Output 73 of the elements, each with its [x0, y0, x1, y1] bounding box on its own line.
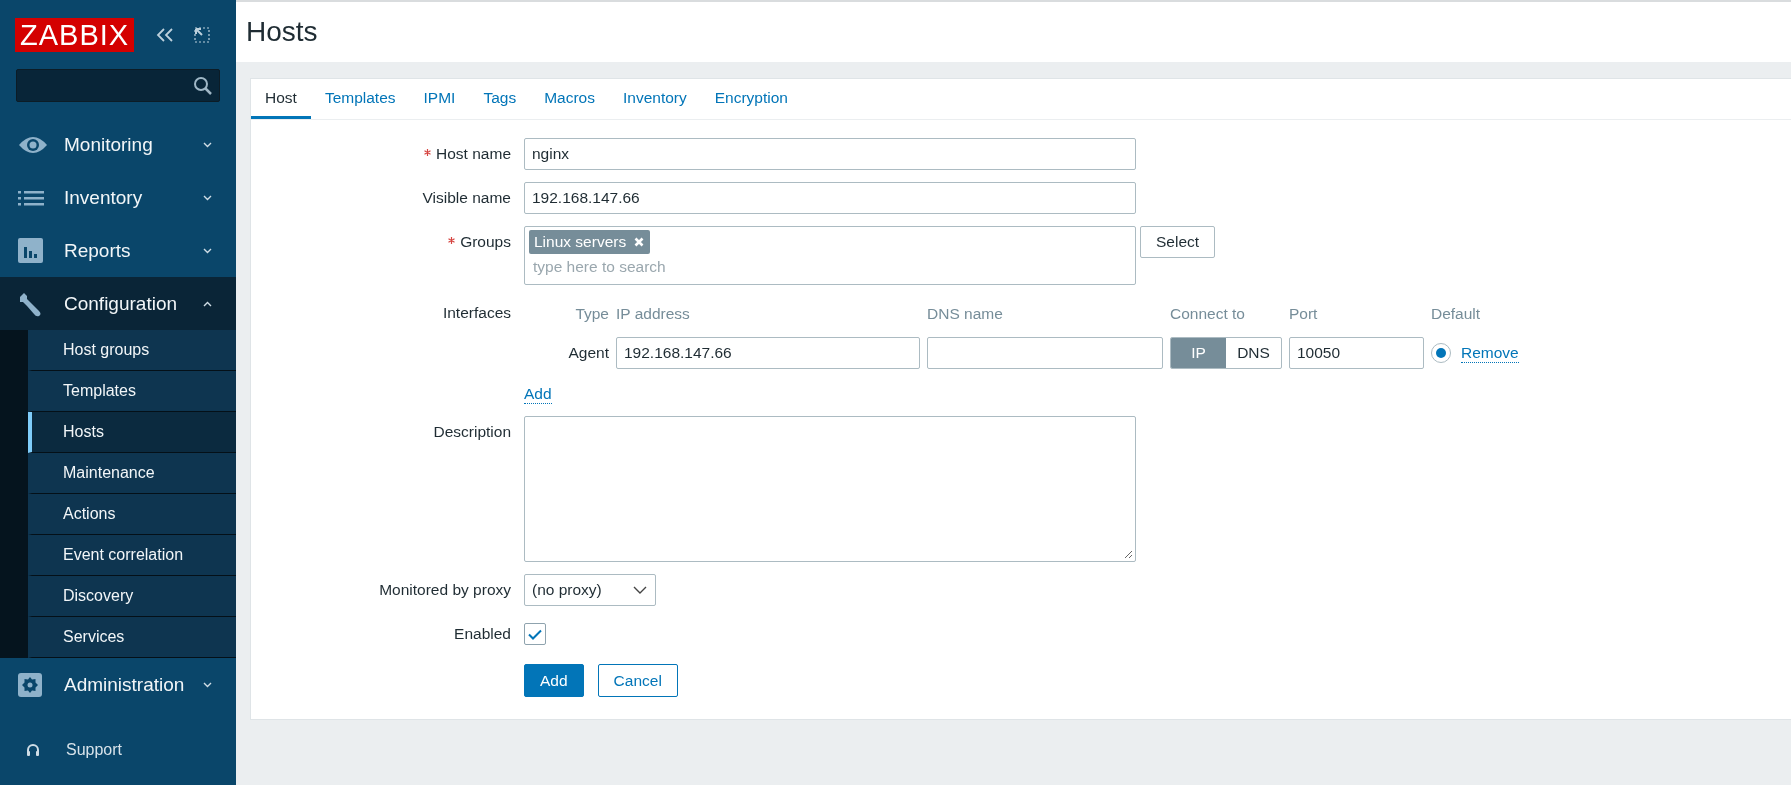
tab[interactable]: Tags	[469, 79, 531, 119]
field-label: Enabled	[454, 625, 511, 643]
column-header: Port	[1289, 305, 1319, 323]
search-field[interactable]	[16, 69, 220, 102]
column-header: DNS name	[927, 305, 1004, 323]
interface-type: Agent	[567, 344, 609, 362]
group-tag: Linux servers	[529, 230, 651, 254]
input-field[interactable]: 192.168.147.66	[524, 182, 1136, 214]
select-button[interactable]: Select	[1140, 226, 1216, 258]
submenu-item[interactable]: Services	[28, 617, 236, 658]
zabbix-logo[interactable]: ZABBIX	[15, 18, 135, 52]
submenu-item[interactable]: Event correlation	[28, 535, 236, 576]
enabled-checkbox[interactable]	[524, 623, 546, 645]
bar-chart-icon	[18, 238, 43, 263]
tab[interactable]: Macros	[530, 79, 609, 119]
field-label: Monitored by proxy	[379, 581, 511, 599]
check-icon	[528, 628, 542, 640]
search-placeholder: type here to search	[533, 258, 667, 276]
required-icon	[448, 236, 456, 244]
chevron-down-icon	[203, 194, 212, 201]
cancel-button[interactable]: Cancel	[597, 664, 678, 697]
field-label: Host name	[436, 145, 511, 163]
tab[interactable]: Encryption	[700, 79, 802, 119]
chevron-down-icon	[203, 681, 212, 688]
submenu-item[interactable]: Hosts	[28, 412, 236, 453]
column-header: Default	[1431, 305, 1482, 323]
resize-grip-icon[interactable]	[1124, 550, 1133, 559]
collapse-icon[interactable]	[156, 27, 175, 43]
menu-item[interactable]: Configuration	[0, 277, 236, 330]
column-header: Connect to	[1170, 305, 1246, 323]
required-icon	[424, 148, 432, 156]
field-label: Visible name	[422, 189, 511, 207]
menu-item[interactable]: Monitoring	[0, 118, 236, 171]
kiosk-mode-icon[interactable]	[194, 27, 211, 43]
submenu-item[interactable]: Actions	[28, 494, 236, 535]
caret-icon	[633, 586, 647, 594]
tab[interactable]: IPMI	[409, 79, 470, 119]
headset-icon	[26, 742, 40, 758]
add-button[interactable]: Add	[524, 664, 584, 697]
support-link[interactable]: Support	[0, 741, 236, 759]
ip-address-field[interactable]: 192.168.147.66	[616, 337, 920, 369]
column-header: Type	[574, 305, 609, 323]
field-label: Description	[433, 423, 511, 441]
tab[interactable]: Host	[251, 79, 311, 119]
list-icon	[18, 189, 44, 206]
submenu-item[interactable]: Maintenance	[28, 453, 236, 494]
tab[interactable]: Inventory	[609, 79, 701, 119]
field-label: Groups	[460, 233, 511, 251]
gear-icon	[18, 672, 42, 697]
menu-item[interactable]: Administration	[0, 658, 236, 711]
remove-link[interactable]: Remove	[1461, 343, 1519, 363]
submenu-item[interactable]: Discovery	[28, 576, 236, 617]
field-label: Interfaces	[442, 304, 511, 322]
page-title: Hosts	[246, 16, 318, 48]
search-icon[interactable]	[193, 75, 213, 96]
dns-name-field[interactable]	[927, 337, 1163, 369]
submenu-item[interactable]: Templates	[28, 371, 236, 412]
add-link[interactable]: Add	[524, 385, 552, 404]
menu-item[interactable]: Inventory	[0, 171, 236, 224]
input-field[interactable]: nginx	[524, 138, 1136, 170]
tab[interactable]: Templates	[310, 79, 410, 119]
submenu-item[interactable]: Host groups	[28, 330, 236, 371]
eye-icon	[18, 134, 48, 155]
chevron-down-icon	[203, 141, 212, 148]
description-field[interactable]	[524, 416, 1136, 562]
chevron-down-icon	[203, 247, 212, 254]
remove-icon[interactable]	[634, 237, 645, 247]
port-field[interactable]: 10050	[1289, 337, 1424, 369]
connect-option[interactable]: DNS	[1226, 338, 1281, 368]
column-header: IP address	[616, 305, 691, 323]
menu-item[interactable]: Reports	[0, 224, 236, 277]
chevron-up-icon	[203, 300, 212, 307]
proxy-dropdown[interactable]: (no proxy)	[524, 574, 656, 606]
